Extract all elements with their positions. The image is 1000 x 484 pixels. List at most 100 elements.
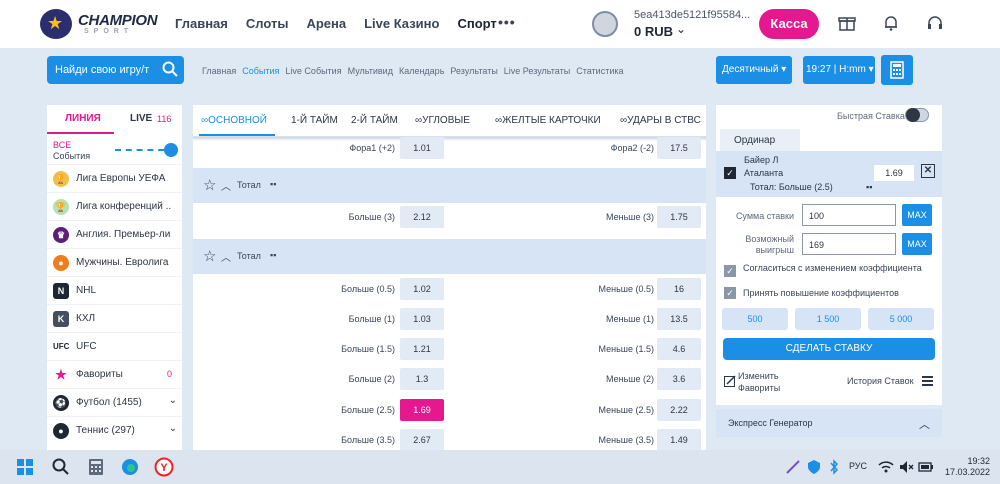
sidebar-item-nhl[interactable]: N NHL xyxy=(47,276,182,304)
search-box[interactable]: Найди свою игру/т xyxy=(47,56,184,84)
possible-win-input[interactable]: 169 xyxy=(802,233,896,255)
edit-favorites-label[interactable]: Изменить Фавориты xyxy=(738,370,808,394)
edit-icon[interactable] xyxy=(724,375,736,387)
search-icon[interactable] xyxy=(51,457,71,477)
favorite-star-icon[interactable]: ☆ xyxy=(203,176,216,194)
subnav-live-events[interactable]: Live События xyxy=(285,66,341,76)
battery-icon[interactable] xyxy=(918,459,934,475)
logo[interactable]: ★ CHAMPION SPORT xyxy=(40,9,160,39)
tab-yellow-cards[interactable]: ∞ЖЕЛТЫЕ КАРТОЧКИ xyxy=(495,115,601,126)
odds-button[interactable]: 17.5 xyxy=(657,137,701,159)
odds-button[interactable]: 1.02 xyxy=(400,278,444,300)
chevron-down-icon[interactable]: ⌄ xyxy=(169,423,177,434)
clock[interactable]: 19:32 17.03.2022 xyxy=(945,456,990,478)
odds-button[interactable]: 1.75 xyxy=(657,206,701,228)
quick-amount-500[interactable]: 500 xyxy=(722,308,788,330)
tab-shots-on-target[interactable]: ∞УДАРЫ В СТВС xyxy=(620,115,701,126)
bell-icon[interactable] xyxy=(881,14,901,34)
search-icon[interactable] xyxy=(162,61,178,77)
stats-icon[interactable]: ▪▪ xyxy=(270,250,276,260)
sidebar-item-europa-league[interactable]: 🏆 Лига Европы УЕФА xyxy=(47,164,182,192)
headset-icon[interactable] xyxy=(925,14,945,34)
coupon-checkbox[interactable]: ✓ xyxy=(724,167,736,179)
nav-sport[interactable]: Спорт xyxy=(457,16,496,31)
speaker-icon[interactable] xyxy=(898,459,914,475)
odds-button[interactable]: 1.03 xyxy=(400,308,444,330)
nav-arena[interactable]: Арена xyxy=(306,16,346,31)
quick-amount-5000[interactable]: 5 000 xyxy=(868,308,934,330)
subnav-multiview[interactable]: Мультивид xyxy=(348,66,393,76)
subnav-live-results[interactable]: Live Результаты xyxy=(504,66,570,76)
stake-input[interactable]: 100 xyxy=(802,204,896,226)
chevron-up-icon[interactable]: ︿ xyxy=(919,416,930,432)
subnav-calendar[interactable]: Календарь xyxy=(399,66,444,76)
windows-start-icon[interactable] xyxy=(15,457,35,477)
odds-button[interactable]: 3.6 xyxy=(657,368,701,390)
odds-button[interactable]: 13.5 xyxy=(657,308,701,330)
subnav-results[interactable]: Результаты xyxy=(450,66,497,76)
stats-icon[interactable]: ▪▪ xyxy=(270,179,276,189)
sidebar-item-euroleague[interactable]: ● Мужчины. Евролига xyxy=(47,248,182,276)
nav-more-button[interactable]: ••• xyxy=(498,14,516,30)
tab-live[interactable]: LIVE xyxy=(130,113,152,124)
favorite-star-icon[interactable]: ☆ xyxy=(203,247,216,265)
odds-button[interactable]: 2.12 xyxy=(400,206,444,228)
odds-format-select[interactable]: Десятичный ▾ xyxy=(716,56,792,84)
accept-raise-checkbox[interactable]: ✓ xyxy=(724,287,736,299)
tab-second-half[interactable]: 2-Й ТАЙМ xyxy=(351,115,398,126)
time-format-select[interactable]: 19:27 | H:mm ▾ xyxy=(803,56,875,84)
subnav-home[interactable]: Главная xyxy=(202,66,236,76)
stats-icon[interactable]: ▪▪ xyxy=(866,182,872,192)
odds-button[interactable]: 1.49 xyxy=(657,429,701,450)
odds-button[interactable]: 2.22 xyxy=(657,399,701,421)
sidebar-item-khl[interactable]: K КХЛ xyxy=(47,304,182,332)
express-generator[interactable]: Экспресс Генератор ︿ xyxy=(716,409,942,437)
balance[interactable]: 0 RUB xyxy=(634,24,673,39)
market-header-total[interactable]: ☆ ︿ Тотал ▪▪ xyxy=(193,168,706,203)
menu-icon[interactable] xyxy=(922,375,933,387)
tab-corners[interactable]: ∞УГЛОВЫЕ xyxy=(415,115,470,126)
calculator-button[interactable] xyxy=(881,55,913,85)
slider-handle[interactable] xyxy=(164,143,178,157)
sidebar-item-ufc[interactable]: UFC UFC xyxy=(47,332,182,360)
odds-button[interactable]: 2.67 xyxy=(400,429,444,450)
bluetooth-icon[interactable] xyxy=(826,459,842,475)
nav-live-casino[interactable]: Live Казино xyxy=(364,16,439,31)
nav-home[interactable]: Главная xyxy=(175,16,228,31)
subnav-events[interactable]: События xyxy=(242,66,279,76)
edge-browser-icon[interactable] xyxy=(120,457,140,477)
market-header-total[interactable]: ☆ ︿ Тотал ▪▪ xyxy=(193,239,706,274)
balance-chevron-down-icon[interactable]: ⌄ xyxy=(676,22,686,36)
tab-first-half[interactable]: 1-Й ТАЙМ xyxy=(291,115,338,126)
agree-change-checkbox[interactable]: ✓ xyxy=(724,265,736,277)
shield-icon[interactable] xyxy=(806,459,822,475)
chevron-down-icon[interactable]: ⌄ xyxy=(169,395,177,406)
odds-button[interactable]: 1.3 xyxy=(400,368,444,390)
avatar[interactable] xyxy=(592,11,618,37)
kassa-button[interactable]: Касса xyxy=(759,9,819,39)
language-indicator[interactable]: РУС xyxy=(849,461,867,471)
quick-bet-toggle[interactable] xyxy=(905,108,929,122)
search-input[interactable]: Найди свою игру/т xyxy=(55,64,155,76)
subnav-statistics[interactable]: Статистика xyxy=(576,66,623,76)
stake-max-button[interactable]: MAX xyxy=(902,204,932,226)
odds-button[interactable]: 4.6 xyxy=(657,338,701,360)
tab-main[interactable]: ∞ОСНОВНОЙ xyxy=(201,115,267,126)
calculator-app-icon[interactable] xyxy=(86,457,106,477)
sidebar-item-conference-league[interactable]: 🏆 Лига конференций ... xyxy=(47,192,182,220)
sidebar-item-football[interactable]: ⚽ Футбол (1455) ⌄ xyxy=(47,388,182,416)
quick-amount-1500[interactable]: 1 500 xyxy=(795,308,861,330)
odds-button[interactable]: 16 xyxy=(657,278,701,300)
gift-icon[interactable] xyxy=(837,14,857,34)
odds-button-selected[interactable]: 1.69 xyxy=(400,399,444,421)
wifi-icon[interactable] xyxy=(878,459,894,475)
place-bet-button[interactable]: СДЕЛАТЬ СТАВКУ xyxy=(723,338,935,360)
chevron-up-icon[interactable]: ︿ xyxy=(221,249,231,264)
odds-button[interactable]: 1.21 xyxy=(400,338,444,360)
nav-slots[interactable]: Слоты xyxy=(246,16,289,31)
win-max-button[interactable]: MAX xyxy=(902,233,932,255)
odds-button[interactable]: 1.01 xyxy=(400,137,444,159)
sidebar-item-tennis[interactable]: ● Теннис (297) ⌄ xyxy=(47,416,182,444)
sidebar-item-favorites[interactable]: ★ Фавориты 0 xyxy=(47,360,182,388)
chevron-up-icon[interactable]: ︿ xyxy=(221,178,231,193)
